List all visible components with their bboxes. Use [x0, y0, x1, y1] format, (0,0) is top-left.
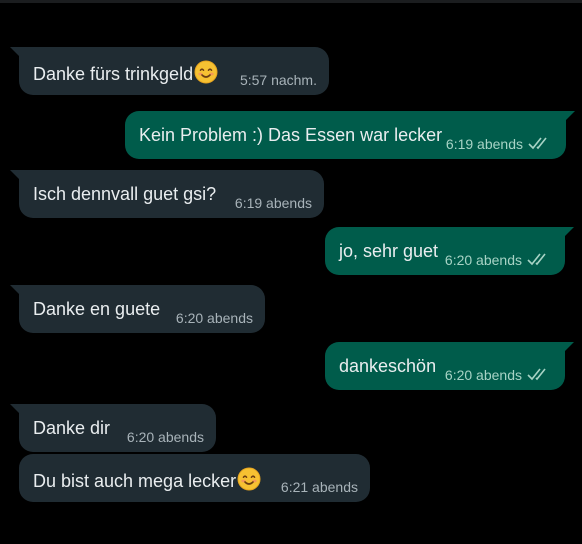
read-receipt-double-check-icon: [528, 137, 547, 150]
message-text: Danke fürs trinkgeld: [33, 60, 218, 85]
top-divider: [0, 0, 582, 3]
read-receipt-double-check-icon: [527, 368, 546, 381]
message-bubble-incoming[interactable]: Danke dir 6:20 abends: [10, 404, 216, 452]
message-bubble-incoming[interactable]: Danke fürs trinkgeld 5:57 nachm.: [10, 47, 329, 95]
message-text: jo, sehr guet: [339, 241, 439, 261]
message-bubble-outgoing[interactable]: jo, sehr guet 6:20 abends: [325, 227, 574, 275]
message-bubble-incoming[interactable]: Isch dennvall guet gsi? 6:19 abends: [10, 170, 324, 218]
message-timestamp: 6:20 abends: [444, 367, 522, 383]
message-text: Kein Problem :) Das Essen war lecker: [139, 125, 443, 145]
message-timestamp: 6:20 abends: [444, 252, 522, 268]
message-bubble-outgoing[interactable]: Kein Problem :) Das Essen war lecker 6:1…: [125, 111, 575, 159]
message-timestamp: 6:21 abends: [280, 479, 358, 495]
message-timestamp: 6:20 abends: [175, 310, 253, 326]
smiling-face-emoji-icon: [237, 467, 261, 491]
message-bubble-outgoing[interactable]: dankeschön 6:20 abends: [325, 342, 574, 390]
message-timestamp: 6:19 abends: [234, 195, 312, 211]
message-timestamp: 6:20 abends: [126, 429, 204, 445]
message-timestamp: 5:57 nachm.: [239, 72, 317, 88]
message-text: Isch dennvall guet gsi?: [33, 184, 217, 204]
message-text: Danke dir: [33, 418, 111, 438]
message-text: Danke en guete: [33, 299, 161, 319]
message-bubble-incoming[interactable]: Du bist auch mega lecker 6:21 abends: [19, 454, 370, 502]
smiling-face-emoji-icon: [194, 60, 218, 84]
message-timestamp: 6:19 abends: [445, 136, 523, 152]
read-receipt-double-check-icon: [527, 253, 546, 266]
message-text: Du bist auch mega lecker: [33, 467, 261, 492]
message-text: dankeschön: [339, 356, 437, 376]
message-bubble-incoming[interactable]: Danke en guete 6:20 abends: [10, 285, 265, 333]
